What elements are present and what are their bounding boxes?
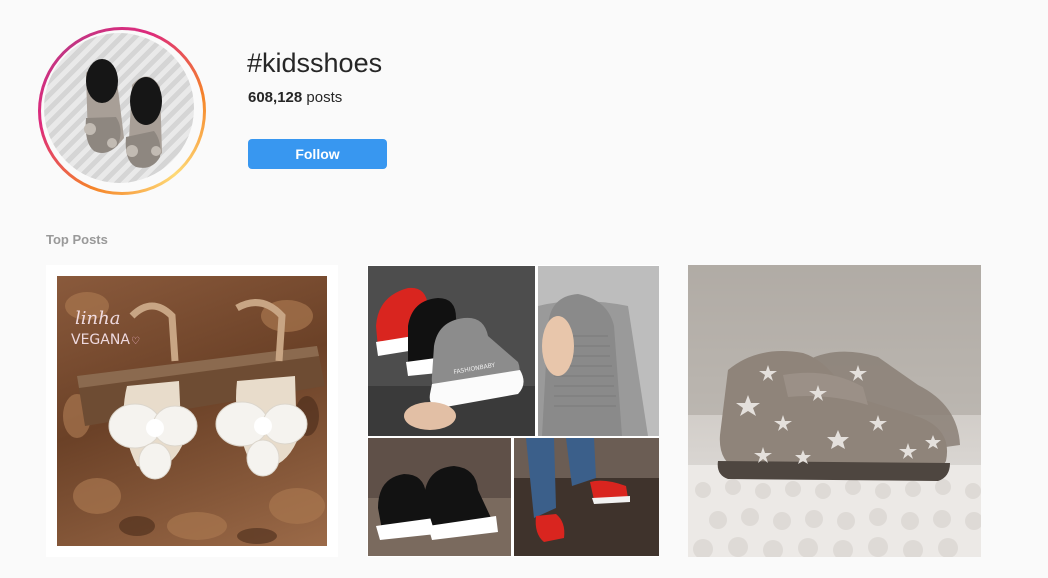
- post-count-suffix: posts: [306, 89, 343, 106]
- post-1-watermark-line1: linha: [75, 308, 120, 329]
- star-booties-photo: [688, 265, 981, 557]
- post-count: 608,128 posts: [248, 88, 342, 108]
- sneakers-photo-3: [368, 438, 511, 556]
- post-2-tile-4: [514, 438, 659, 556]
- top-post-3[interactable]: [688, 265, 981, 557]
- heart-icon: ♡: [131, 336, 140, 347]
- top-post-2[interactable]: FASHIONBABY: [367, 265, 659, 557]
- follow-button[interactable]: Follow: [248, 139, 387, 169]
- post-count-number: 608,128: [248, 89, 303, 106]
- slippers-image: [84, 59, 162, 168]
- post-2-tile-1: FASHIONBABY: [368, 266, 535, 436]
- sneakers-photo-2: [538, 266, 659, 436]
- hashtag-avatar-ring: [38, 27, 206, 195]
- sneakers-photo-1: FASHIONBABY: [368, 266, 535, 436]
- post-2-tile-3: [368, 438, 511, 556]
- post-3-image: [688, 265, 981, 557]
- top-posts-heading: Top Posts: [46, 232, 108, 247]
- hashtag-title: #kidsshoes: [247, 48, 383, 78]
- hashtag-avatar[interactable]: [44, 33, 194, 183]
- post-1-image: linha VEGANA ♡: [57, 276, 327, 546]
- sneakers-photo-4: [514, 438, 659, 556]
- sandals-photo: linha VEGANA ♡: [63, 292, 325, 544]
- post-2-tile-2: [538, 266, 659, 436]
- top-post-1[interactable]: linha VEGANA ♡: [46, 265, 338, 557]
- post-1-watermark-line2: VEGANA: [71, 332, 130, 348]
